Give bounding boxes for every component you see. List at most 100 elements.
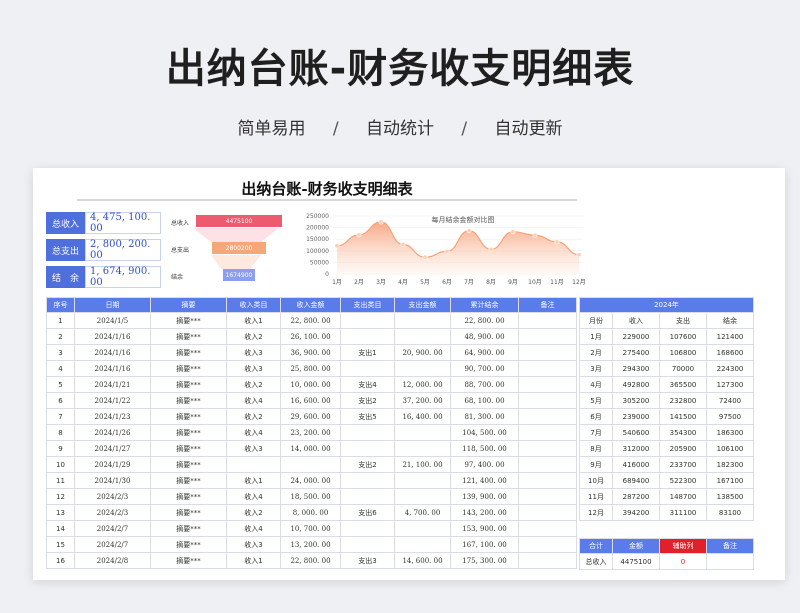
ledger-cell[interactable]: 摘要***: [150, 456, 227, 473]
ledger-column-header[interactable]: 支出类目: [340, 297, 395, 313]
ledger-cell[interactable]: [340, 520, 395, 537]
monthly-cell[interactable]: 11月: [579, 488, 613, 505]
ledger-cell[interactable]: 6: [46, 392, 75, 409]
monthly-cell[interactable]: 311100: [659, 504, 707, 521]
ledger-cell[interactable]: 收入1: [226, 312, 281, 329]
ledger-cell[interactable]: 175, 300. 00: [450, 552, 519, 569]
ledger-cell[interactable]: 18, 500. 00: [280, 488, 341, 505]
monthly-column-header[interactable]: 收入: [612, 312, 660, 329]
ledger-column-header[interactable]: 日期: [74, 297, 151, 313]
ledger-cell[interactable]: [518, 504, 577, 521]
ledger-cell[interactable]: 摘要***: [150, 440, 227, 457]
ledger-cell[interactable]: 2024/2/7: [74, 520, 151, 537]
ledger-cell[interactable]: 90, 700. 00: [450, 360, 519, 377]
monthly-cell[interactable]: 138500: [705, 488, 755, 505]
ledger-cell[interactable]: 支出3: [340, 552, 395, 569]
monthly-cell[interactable]: 3月: [579, 360, 613, 377]
ledger-cell[interactable]: 收入3: [226, 440, 281, 457]
ledger-cell[interactable]: 15: [46, 536, 75, 553]
ledger-cell[interactable]: 支出4: [340, 376, 395, 393]
ledger-cell[interactable]: [226, 456, 281, 473]
ledger-cell[interactable]: 21, 100. 00: [394, 456, 451, 473]
monthly-cell[interactable]: 12月: [579, 504, 613, 521]
monthly-cell[interactable]: 9月: [579, 456, 613, 473]
ledger-cell[interactable]: [518, 456, 577, 473]
data-point[interactable]: [422, 254, 428, 260]
monthly-cell[interactable]: 5月: [579, 392, 613, 409]
ledger-cell[interactable]: 10, 700. 00: [280, 520, 341, 537]
monthly-cell[interactable]: 1月: [579, 328, 613, 345]
monthly-cell[interactable]: 7月: [579, 424, 613, 441]
monthly-cell[interactable]: 70000: [659, 360, 707, 377]
ledger-cell[interactable]: 摘要***: [150, 536, 227, 553]
ledger-cell[interactable]: 11: [46, 472, 75, 489]
monthly-cell[interactable]: 83100: [705, 504, 755, 521]
ledger-cell[interactable]: 2024/1/21: [74, 376, 151, 393]
ledger-cell[interactable]: [340, 328, 395, 345]
data-point[interactable]: [554, 239, 560, 245]
ledger-cell[interactable]: 2024/1/5: [74, 312, 151, 329]
totals-cell[interactable]: [706, 553, 754, 570]
ledger-cell[interactable]: 收入4: [226, 424, 281, 441]
ledger-cell[interactable]: 22, 800. 00: [280, 312, 341, 329]
monthly-cell[interactable]: 312000: [612, 440, 660, 457]
ledger-cell[interactable]: 22, 800. 00: [280, 552, 341, 569]
monthly-cell[interactable]: 394200: [612, 504, 660, 521]
ledger-cell[interactable]: 88, 700. 00: [450, 376, 519, 393]
ledger-cell[interactable]: 36, 900. 00: [280, 344, 341, 361]
monthly-cell[interactable]: 492800: [612, 376, 660, 393]
ledger-cell[interactable]: [394, 424, 451, 441]
ledger-cell[interactable]: 摘要***: [150, 552, 227, 569]
ledger-cell[interactable]: 121, 400. 00: [450, 472, 519, 489]
monthly-cell[interactable]: 186300: [705, 424, 755, 441]
ledger-cell[interactable]: 收入3: [226, 344, 281, 361]
ledger-cell[interactable]: 摘要***: [150, 520, 227, 537]
ledger-cell[interactable]: [518, 520, 577, 537]
ledger-cell[interactable]: [340, 312, 395, 329]
ledger-cell[interactable]: 143, 200. 00: [450, 504, 519, 521]
ledger-cell[interactable]: 2024/1/27: [74, 440, 151, 457]
monthly-cell[interactable]: 233700: [659, 456, 707, 473]
monthly-cell[interactable]: 127300: [705, 376, 755, 393]
ledger-cell[interactable]: 摘要***: [150, 488, 227, 505]
ledger-cell[interactable]: 收入2: [226, 376, 281, 393]
ledger-cell[interactable]: 104, 500. 00: [450, 424, 519, 441]
ledger-cell[interactable]: 8: [46, 424, 75, 441]
ledger-cell[interactable]: 12: [46, 488, 75, 505]
ledger-cell[interactable]: 1: [46, 312, 75, 329]
ledger-cell[interactable]: [518, 344, 577, 361]
ledger-cell[interactable]: 收入4: [226, 520, 281, 537]
monthly-cell[interactable]: 205900: [659, 440, 707, 457]
ledger-column-header[interactable]: 收入金额: [280, 297, 341, 313]
ledger-cell[interactable]: 48, 900. 00: [450, 328, 519, 345]
ledger-cell[interactable]: 118, 500. 00: [450, 440, 519, 457]
monthly-cell[interactable]: 148700: [659, 488, 707, 505]
ledger-cell[interactable]: [394, 536, 451, 553]
monthly-cell[interactable]: 416000: [612, 456, 660, 473]
ledger-cell[interactable]: [394, 312, 451, 329]
monthly-cell[interactable]: 141500: [659, 408, 707, 425]
ledger-cell[interactable]: 14: [46, 520, 75, 537]
ledger-cell[interactable]: 2024/1/30: [74, 472, 151, 489]
ledger-cell[interactable]: [518, 472, 577, 489]
ledger-cell[interactable]: [340, 536, 395, 553]
ledger-cell[interactable]: 收入1: [226, 472, 281, 489]
ledger-cell[interactable]: [280, 456, 341, 473]
ledger-cell[interactable]: 摘要***: [150, 504, 227, 521]
ledger-cell[interactable]: 摘要***: [150, 312, 227, 329]
data-point[interactable]: [334, 243, 340, 249]
ledger-cell[interactable]: 26, 100. 00: [280, 328, 341, 345]
monthly-cell[interactable]: 224300: [705, 360, 755, 377]
data-point[interactable]: [510, 229, 516, 235]
ledger-column-header[interactable]: 摘要: [150, 297, 227, 313]
ledger-cell[interactable]: [394, 488, 451, 505]
totals-column-header[interactable]: 辅助列: [659, 538, 707, 554]
ledger-cell[interactable]: 收入2: [226, 504, 281, 521]
ledger-cell[interactable]: 167, 100. 00: [450, 536, 519, 553]
data-point[interactable]: [466, 228, 472, 234]
ledger-cell[interactable]: [518, 424, 577, 441]
ledger-cell[interactable]: 7: [46, 408, 75, 425]
ledger-cell[interactable]: 153, 900. 00: [450, 520, 519, 537]
ledger-cell[interactable]: 12, 000. 00: [394, 376, 451, 393]
ledger-cell[interactable]: [340, 488, 395, 505]
